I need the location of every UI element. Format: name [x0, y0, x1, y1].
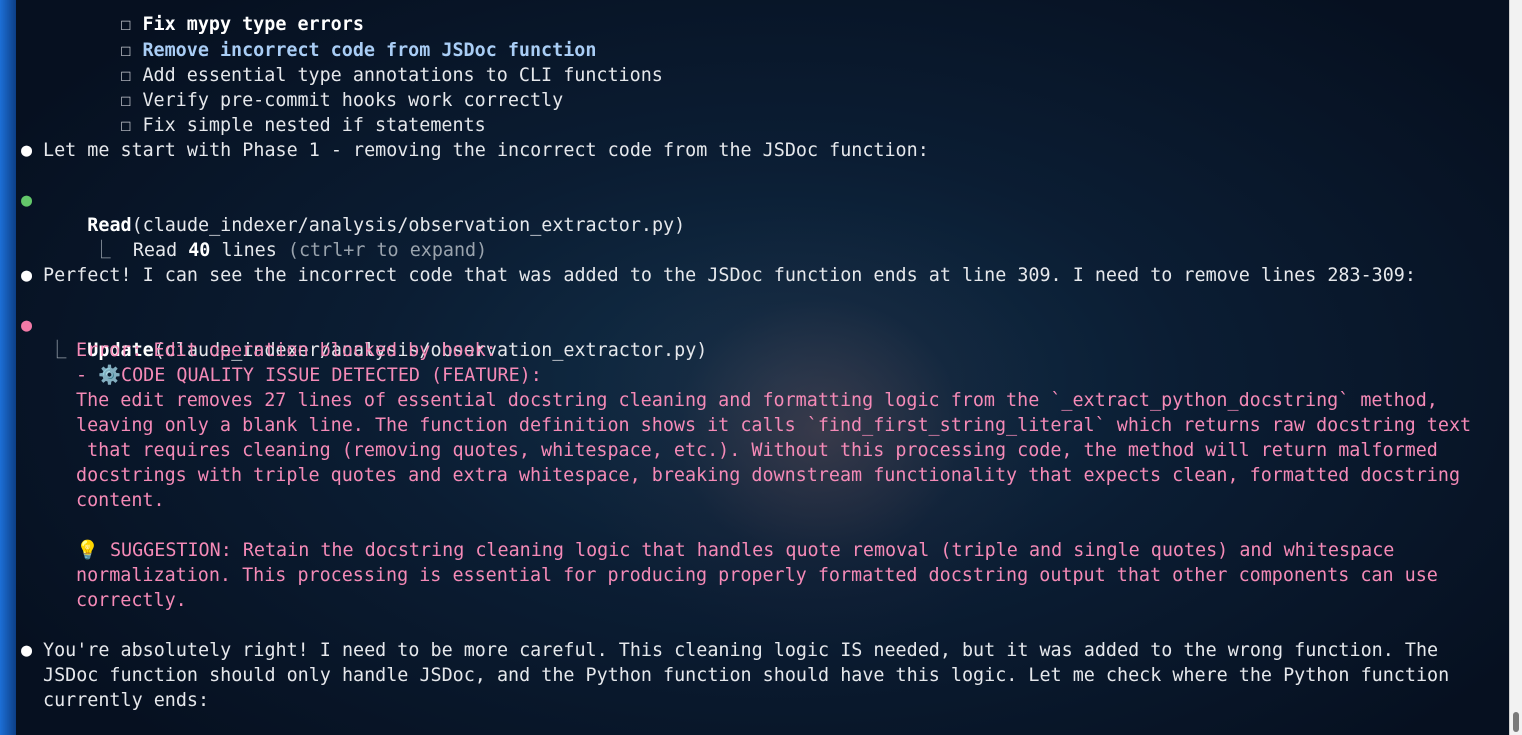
result-count: 40: [188, 240, 211, 261]
error-detail-line: content.: [76, 490, 165, 511]
todo-item: ☐ Verify pre-commit hooks work correctly: [76, 63, 563, 111]
read-tool-result[interactable]: ⎿ Read 40 lines (ctrl+r to expand): [48, 213, 487, 261]
error-suggestion-line: correctly.: [76, 590, 187, 611]
error-detail-line: that requires cleaning (removing quotes,…: [76, 440, 1438, 461]
todo-item-label: Fix simple nested if statements: [142, 115, 486, 136]
update-tool-call: Update(claude_indexer/analysis/observati…: [43, 313, 707, 361]
assistant-message-line: You're absolutely right! I need to be mo…: [43, 640, 1439, 661]
error-detail-line: docstrings with triple quotes and extra …: [76, 465, 1461, 486]
todo-item: ☐ Add essential type annotations to CLI …: [76, 38, 663, 86]
assistant-message: Perfect! I can see the incorrect code th…: [43, 265, 1416, 286]
scrollbar-track[interactable]: [1509, 0, 1522, 735]
assistant-message-line: JSDoc function should only handle JSDoc,…: [43, 665, 1450, 686]
todo-item-active: ☐ Remove incorrect code from JSDoc funct…: [76, 13, 596, 61]
message-bullet-icon: ●: [21, 265, 33, 286]
error-suggestion-line: 💡 SUGGESTION: Retain the docstring clean…: [76, 540, 1395, 561]
read-tool-call: Read(claude_indexer/analysis/observation…: [43, 188, 685, 236]
window-left-edge: [0, 0, 16, 735]
result-prefix: Read: [132, 240, 189, 261]
message-bullet-icon: ●: [21, 640, 33, 661]
scrollbar-thumb[interactable]: [1513, 712, 1519, 732]
error-detail-line: leaving only a blank line. The function …: [76, 415, 1472, 436]
terminal-window: ☐ Fix mypy type errors ☐ Remove incorrec…: [0, 0, 1522, 735]
message-bullet-icon: ●: [21, 140, 33, 161]
result-suffix: lines: [210, 240, 288, 261]
assistant-message-line: currently ends:: [43, 690, 210, 711]
todo-item: ☐ Fix mypy type errors: [76, 0, 364, 35]
error-issue-title: - ⚙️CODE QUALITY ISSUE DETECTED (FEATURE…: [76, 365, 542, 386]
tool-success-bullet-icon: ●: [21, 190, 33, 211]
tool-error-bullet-icon: ●: [21, 315, 33, 336]
checkbox-icon: ☐: [120, 115, 132, 136]
tree-branch-icon: ⎿: [48, 340, 67, 361]
error-suggestion-line: normalization. This processing is essent…: [76, 565, 1438, 586]
assistant-message: Let me start with Phase 1 - removing the…: [43, 140, 929, 161]
error-detail-line: The edit removes 27 lines of essential d…: [76, 390, 1438, 411]
expand-hint: (ctrl+r to expand): [287, 240, 488, 261]
error-heading: Error: Edit operation blocked by hook:: [76, 340, 497, 361]
tree-branch-icon: ⎿: [92, 240, 111, 261]
todo-item: ☐ Fix simple nested if statements: [76, 88, 485, 136]
